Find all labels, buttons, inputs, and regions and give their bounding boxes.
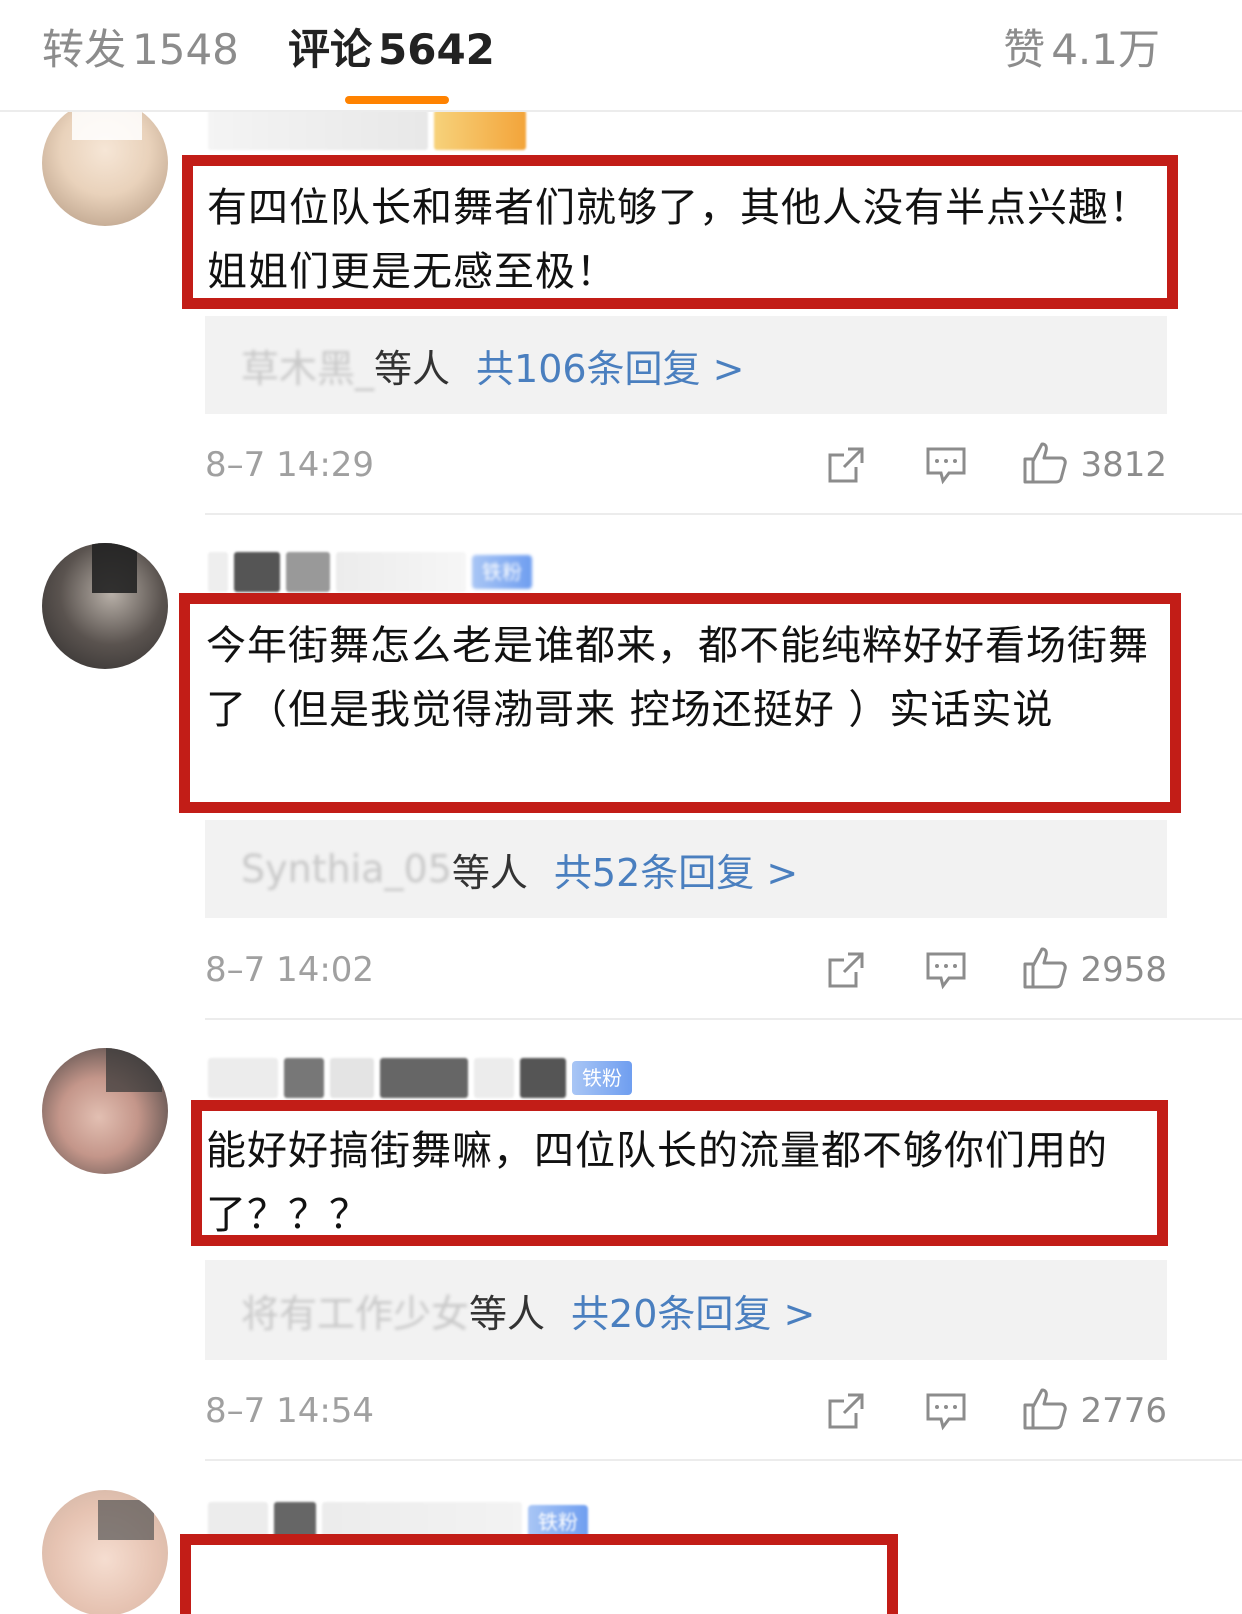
- replies-preview[interactable]: 将有工作少女 等人 共20条回复 >: [205, 1260, 1167, 1360]
- active-tab-indicator: [345, 96, 449, 104]
- reply-usernames: Synthia_05: [241, 847, 452, 891]
- comment-highlight-box: [180, 1534, 898, 1614]
- tab-reposts-count: 1548: [132, 25, 239, 74]
- divider: [205, 1459, 1242, 1461]
- replies-preview[interactable]: Synthia_05 等人 共52条回复 >: [205, 820, 1167, 918]
- fan-badge: 铁粉: [472, 555, 532, 589]
- avatar[interactable]: [42, 1048, 168, 1174]
- avatar[interactable]: [42, 543, 168, 669]
- fan-badge: 铁粉: [572, 1061, 632, 1095]
- comment-tabs: 转发 1548 评论 5642 赞 4.1万: [0, 0, 1242, 112]
- like-count: 3812: [1080, 445, 1167, 485]
- comment-time: 8–7 14:02: [205, 950, 375, 990]
- reply-others-label: 等人: [374, 346, 451, 391]
- like-count: 2958: [1080, 950, 1167, 990]
- comment-meta: 8–7 14:54 2776: [205, 1386, 1167, 1436]
- thumbs-up-icon: [1022, 1387, 1068, 1435]
- share-icon[interactable]: [824, 443, 868, 487]
- tab-likes-count: 4.1万: [1051, 25, 1160, 74]
- avatar[interactable]: [42, 1490, 168, 1614]
- like-count: 2776: [1080, 1391, 1167, 1431]
- replies-preview[interactable]: 草木黑_ 等人 共106条回复 >: [205, 316, 1167, 414]
- comment-meta: 8–7 14:02 2958: [205, 945, 1167, 995]
- share-icon[interactable]: [824, 1389, 868, 1433]
- comment-time: 8–7 14:54: [205, 1391, 375, 1431]
- tab-reposts-label: 转发: [42, 25, 127, 74]
- thumbs-up-icon: [1022, 946, 1068, 994]
- comment-text: 能好好搞街舞嘛，四位队长的流量都不够你们用的了？？？: [206, 1128, 1108, 1238]
- username-blurred[interactable]: 铁粉: [208, 1056, 632, 1100]
- comment-icon[interactable]: [924, 1389, 968, 1433]
- like-button[interactable]: 2958: [1022, 946, 1167, 994]
- tab-reposts[interactable]: 转发 1548: [42, 24, 239, 76]
- tab-likes[interactable]: 赞 4.1万: [1003, 24, 1160, 76]
- comment-icon[interactable]: [924, 443, 968, 487]
- username-blurred[interactable]: [208, 108, 526, 152]
- divider: [205, 1018, 1242, 1020]
- tab-comments-count: 5642: [378, 25, 495, 74]
- comment-icon[interactable]: [924, 948, 968, 992]
- reply-count-link[interactable]: 共52条回复 >: [554, 842, 798, 897]
- comment-highlight-box: 今年街舞怎么老是谁都来，都不能纯粹好好看场街舞了（但是我觉得渤哥来 控场还挺好 …: [179, 593, 1181, 813]
- like-button[interactable]: 2776: [1022, 1387, 1167, 1435]
- comment-meta: 8–7 14:29 3812: [205, 440, 1167, 490]
- like-button[interactable]: 3812: [1022, 441, 1167, 489]
- comment-highlight-box: 能好好搞街舞嘛，四位队长的流量都不够你们用的了？？？: [191, 1100, 1168, 1246]
- thumbs-up-icon: [1022, 441, 1068, 489]
- comment-text: 今年街舞怎么老是谁都来，都不能纯粹好好看场街舞了（但是我觉得渤哥来 控场还挺好 …: [206, 623, 1149, 733]
- reply-count-link[interactable]: 共106条回复 >: [476, 338, 744, 393]
- username-blurred[interactable]: 铁粉: [208, 550, 532, 594]
- tab-comments[interactable]: 评论 5642: [288, 24, 495, 76]
- tab-likes-label: 赞: [1003, 25, 1046, 74]
- divider: [205, 513, 1242, 515]
- comment-time: 8–7 14:29: [205, 445, 375, 485]
- reply-count-link[interactable]: 共20条回复 >: [571, 1283, 815, 1338]
- tab-comments-label: 评论: [288, 25, 373, 74]
- share-icon[interactable]: [824, 948, 868, 992]
- reply-usernames: 草木黑_: [241, 346, 375, 391]
- comment-highlight-box: 有四位队长和舞者们就够了，其他人没有半点兴趣！姐姐们更是无感至极！: [182, 155, 1178, 309]
- reply-others-label: 等人: [469, 1291, 546, 1336]
- comment-text: 有四位队长和舞者们就够了，其他人没有半点兴趣！姐姐们更是无感至极！: [207, 185, 1150, 295]
- avatar[interactable]: [42, 100, 168, 226]
- reply-usernames: 将有工作少女: [241, 1291, 470, 1336]
- reply-others-label: 等人: [451, 850, 528, 895]
